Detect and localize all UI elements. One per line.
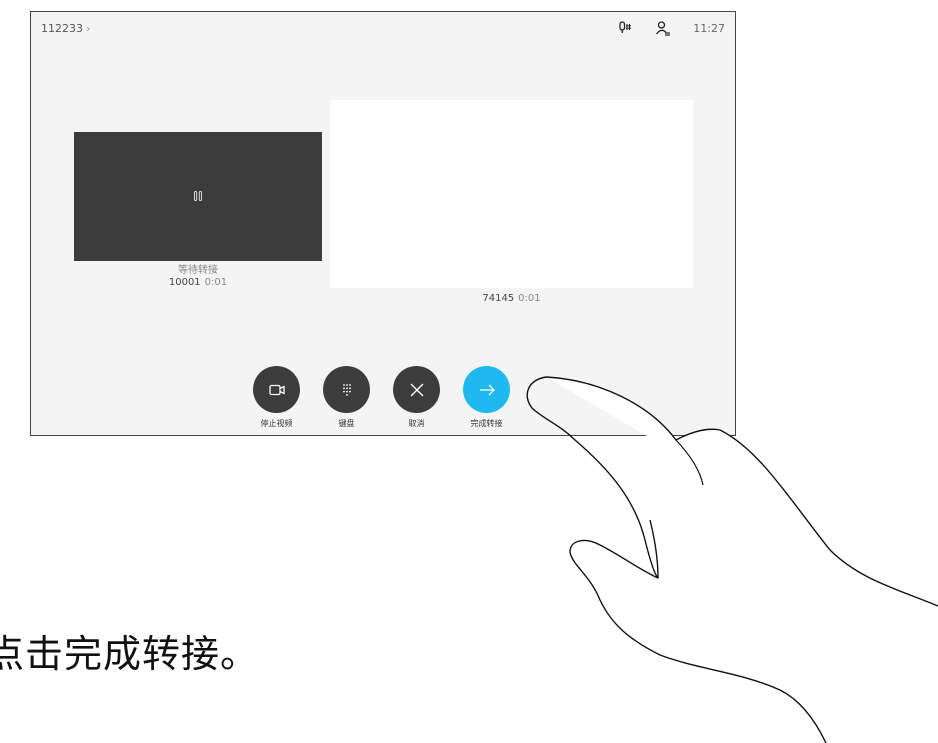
stop-video-button-circle: [253, 366, 300, 413]
camera-icon: [268, 384, 285, 395]
call-id-breadcrumb[interactable]: 112233 ›: [41, 22, 90, 35]
keypad-label: 键盘: [338, 419, 355, 428]
call-controls: 停止视频 键盘 取消 完成转接: [253, 366, 510, 429]
held-call-number: 10001: [168, 277, 201, 288]
chevron-right-icon: ›: [86, 22, 91, 35]
active-call-video-tile[interactable]: [330, 100, 693, 288]
contact-list-icon[interactable]: [655, 20, 671, 36]
cancel-button-circle: [393, 366, 440, 413]
arrow-right-icon: [479, 384, 495, 395]
keypad-button-circle: [323, 366, 370, 413]
active-call-number: 74145: [482, 293, 515, 304]
active-call-duration: 0:01: [518, 293, 541, 304]
mic-hash-icon[interactable]: [617, 20, 633, 36]
held-call-caption: 等待转接 10001 0:01: [74, 265, 322, 289]
complete-transfer-label: 完成转接: [470, 419, 503, 428]
stop-video-button[interactable]: 停止视频: [253, 366, 300, 429]
active-call-caption: 74145 0:01: [330, 293, 693, 305]
pause-icon: [192, 187, 204, 206]
held-call-status: 等待转接: [178, 265, 218, 276]
stop-video-label: 停止视频: [260, 419, 293, 428]
complete-transfer-button-circle: [463, 366, 510, 413]
keypad-button[interactable]: 键盘: [323, 366, 370, 429]
touch-panel-screen: 112233 › 11:27 等待转接 10001 0:01 74145 0:0…: [30, 11, 736, 436]
held-call-duration: 0:01: [204, 277, 228, 288]
instruction-caption: 点击完成转接。: [0, 632, 260, 676]
status-bar: 112233 › 11:27: [31, 12, 735, 46]
keypad-icon: [342, 383, 351, 396]
cancel-label: 取消: [408, 419, 425, 428]
held-call-video-tile[interactable]: [74, 132, 322, 261]
close-icon: [410, 383, 423, 396]
call-id-label: 112233: [41, 22, 83, 35]
complete-transfer-button[interactable]: 完成转接: [463, 366, 510, 429]
cancel-button[interactable]: 取消: [393, 366, 440, 429]
clock: 11:27: [693, 21, 725, 35]
